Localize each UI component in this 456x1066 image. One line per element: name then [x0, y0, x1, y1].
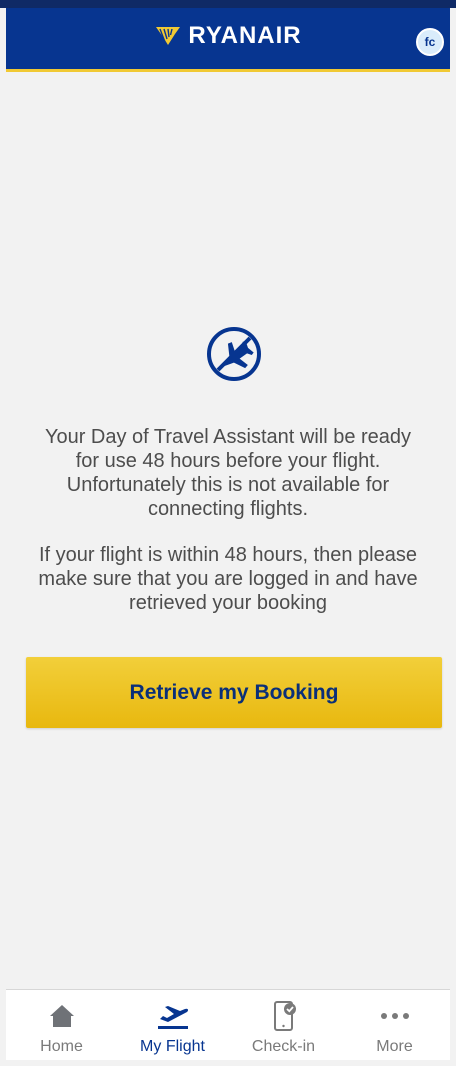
- mobile-checkin-icon: [269, 1000, 299, 1032]
- main-content: Your Day of Travel Assistant will be rea…: [6, 75, 450, 987]
- home-icon: [47, 1000, 77, 1032]
- login-booking-message: If your flight is within 48 hours, then …: [38, 544, 418, 614]
- nav-my-flight[interactable]: My Flight: [117, 990, 228, 1060]
- nav-check-in-label: Check-in: [251, 1038, 316, 1055]
- harp-logo-icon: [156, 27, 181, 45]
- more-dots-icon: [379, 1000, 411, 1032]
- status-strip: [0, 0, 456, 8]
- brand-name: RYANAIR: [188, 22, 302, 49]
- nav-home-label: Home: [40, 1038, 83, 1055]
- nav-more[interactable]: More: [339, 990, 450, 1060]
- nav-home[interactable]: Home: [6, 990, 117, 1060]
- no-flight-icon: [207, 327, 261, 381]
- travel-assistant-message: Your Day of Travel Assistant will be rea…: [44, 426, 412, 520]
- brand-logo: RYANAIR: [6, 24, 450, 48]
- bottom-navigation: Home My Flight Check-in More: [6, 989, 450, 1060]
- retrieve-booking-button[interactable]: Retrieve my Booking: [26, 657, 442, 728]
- nav-my-flight-label: My Flight: [140, 1038, 205, 1055]
- app-header: RYANAIR fc: [6, 8, 450, 72]
- profile-avatar-button[interactable]: fc: [416, 28, 444, 56]
- nav-more-label: More: [376, 1038, 413, 1055]
- departure-plane-icon: [155, 1000, 191, 1032]
- nav-check-in[interactable]: Check-in: [228, 990, 339, 1060]
